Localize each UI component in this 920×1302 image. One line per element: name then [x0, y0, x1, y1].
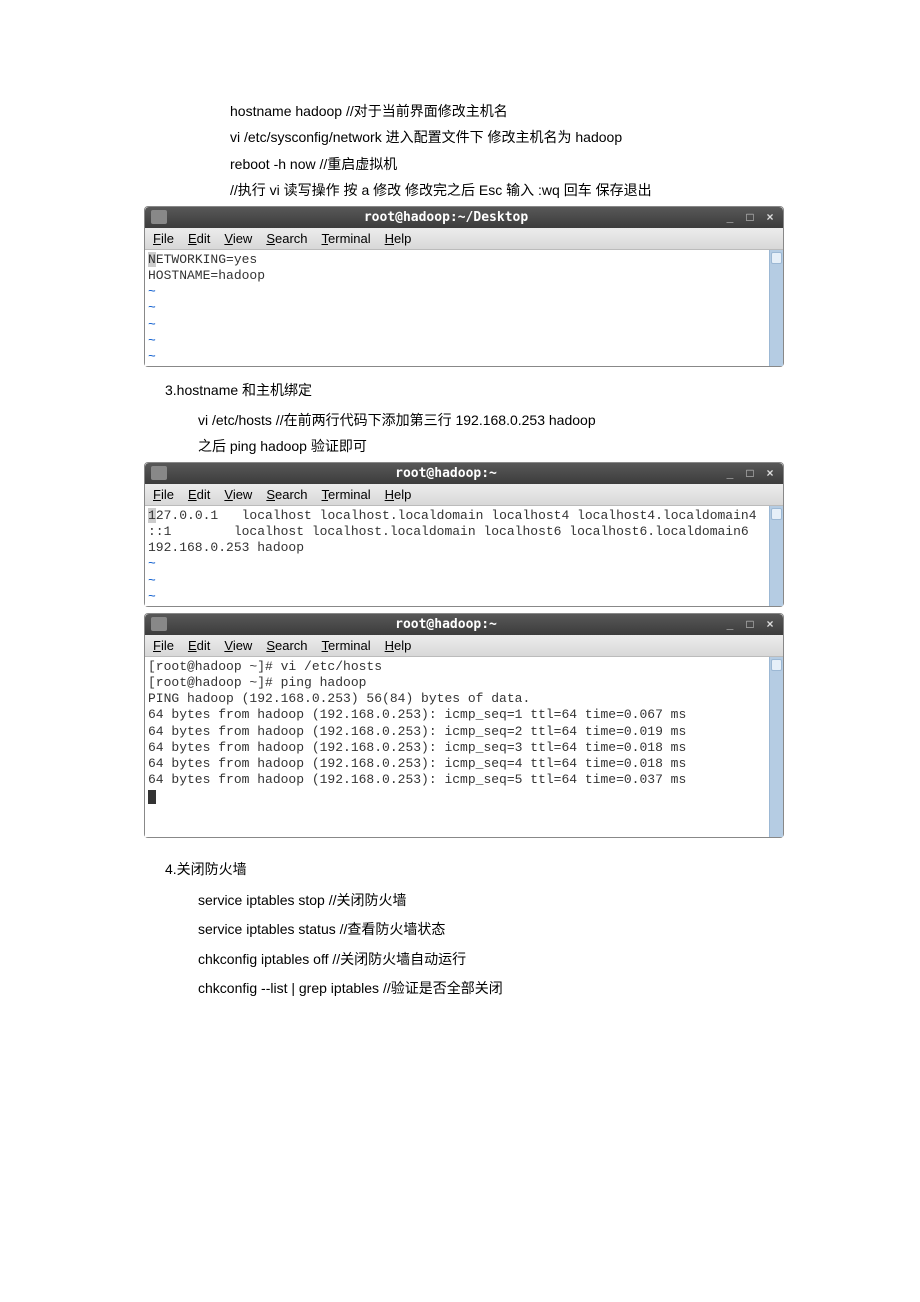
intro-line-3: reboot -h now //重启虚拟机: [0, 153, 920, 175]
menu-file[interactable]: File: [153, 231, 174, 246]
menu-view[interactable]: View: [224, 638, 252, 653]
terminal-network: root@hadoop:~/Desktop _ □ × File Edit Vi…: [144, 206, 784, 367]
menu-view[interactable]: View: [224, 487, 252, 502]
window-icon: [151, 210, 167, 224]
terminal-body[interactable]: [root@hadoop ~]# vi /etc/hosts [root@had…: [145, 657, 783, 837]
titlebar: root@hadoop:~ _ □ ×: [145, 614, 783, 635]
section-4-line-2: service iptables status //查看防火墙状态: [0, 917, 920, 942]
menu-file[interactable]: File: [153, 638, 174, 653]
tilde: ~: [148, 573, 156, 588]
menu-edit[interactable]: Edit: [188, 231, 210, 246]
close-button[interactable]: ×: [763, 466, 777, 480]
minimize-button[interactable]: _: [723, 617, 737, 631]
terminal-ping: root@hadoop:~ _ □ × File Edit View Searc…: [144, 613, 784, 838]
section-4-line-1: service iptables stop //关闭防火墙: [0, 888, 920, 913]
menu-terminal[interactable]: Terminal: [322, 231, 371, 246]
intro-line-4: //执行 vi 读写操作 按 a 修改 修改完之后 Esc 输入 :wq 回车 …: [0, 179, 920, 201]
terminal-body[interactable]: 127.0.0.1 localhost localhost.localdomai…: [145, 506, 783, 606]
titlebar: root@hadoop:~/Desktop _ □ ×: [145, 207, 783, 228]
tilde: ~: [148, 589, 156, 604]
menu-help[interactable]: Help: [385, 638, 412, 653]
menu-edit[interactable]: Edit: [188, 638, 210, 653]
intro-line-1: hostname hadoop //对于当前界面修改主机名: [0, 100, 920, 122]
window-title: root@hadoop:~: [175, 617, 717, 632]
intro-line-2: vi /etc/sysconfig/network 进入配置文件下 修改主机名为…: [0, 126, 920, 148]
menu-view[interactable]: View: [224, 231, 252, 246]
menu-file[interactable]: File: [153, 487, 174, 502]
section-3-heading: 3.hostname 和主机绑定: [0, 379, 920, 401]
window-title: root@hadoop:~/Desktop: [175, 210, 717, 225]
window-icon: [151, 617, 167, 631]
section-3-line-1: vi /etc/hosts //在前两行代码下添加第三行 192.168.0.2…: [0, 409, 920, 431]
tilde: ~: [148, 300, 156, 315]
menubar: File Edit View Search Terminal Help: [145, 484, 783, 506]
maximize-button[interactable]: □: [743, 617, 757, 631]
terminal-hosts: root@hadoop:~ _ □ × File Edit View Searc…: [144, 462, 784, 607]
menu-help[interactable]: Help: [385, 487, 412, 502]
scroll-up-button[interactable]: [771, 252, 782, 264]
maximize-button[interactable]: □: [743, 466, 757, 480]
menu-edit[interactable]: Edit: [188, 487, 210, 502]
menu-terminal[interactable]: Terminal: [322, 638, 371, 653]
tilde: ~: [148, 284, 156, 299]
tilde: ~: [148, 333, 156, 348]
section-3-line-2: 之后 ping hadoop 验证即可: [0, 435, 920, 457]
menu-search[interactable]: Search: [266, 487, 307, 502]
window-title: root@hadoop:~: [175, 466, 717, 481]
menu-help[interactable]: Help: [385, 231, 412, 246]
window-icon: [151, 466, 167, 480]
tilde: ~: [148, 556, 156, 571]
minimize-button[interactable]: _: [723, 466, 737, 480]
titlebar: root@hadoop:~ _ □ ×: [145, 463, 783, 484]
section-4-heading: 4.关闭防火墙: [0, 858, 920, 880]
section-4-line-4: chkconfig --list | grep iptables //验证是否全…: [0, 976, 920, 1001]
menu-terminal[interactable]: Terminal: [322, 487, 371, 502]
maximize-button[interactable]: □: [743, 210, 757, 224]
menu-search[interactable]: Search: [266, 638, 307, 653]
section-4-line-3: chkconfig iptables off //关闭防火墙自动运行: [0, 947, 920, 972]
cursor: [148, 790, 156, 804]
menu-search[interactable]: Search: [266, 231, 307, 246]
scrollbar[interactable]: [769, 657, 783, 837]
close-button[interactable]: ×: [763, 210, 777, 224]
close-button[interactable]: ×: [763, 617, 777, 631]
minimize-button[interactable]: _: [723, 210, 737, 224]
menubar: File Edit View Search Terminal Help: [145, 635, 783, 657]
terminal-body[interactable]: NETWORKING=yes HOSTNAME=hadoop ~ ~ ~ ~ ~: [145, 250, 783, 366]
scrollbar[interactable]: [769, 506, 783, 606]
scroll-up-button[interactable]: [771, 508, 782, 520]
tilde: ~: [148, 317, 156, 332]
scrollbar[interactable]: [769, 250, 783, 366]
menubar: File Edit View Search Terminal Help: [145, 228, 783, 250]
scroll-up-button[interactable]: [771, 659, 782, 671]
tilde: ~: [148, 349, 156, 364]
